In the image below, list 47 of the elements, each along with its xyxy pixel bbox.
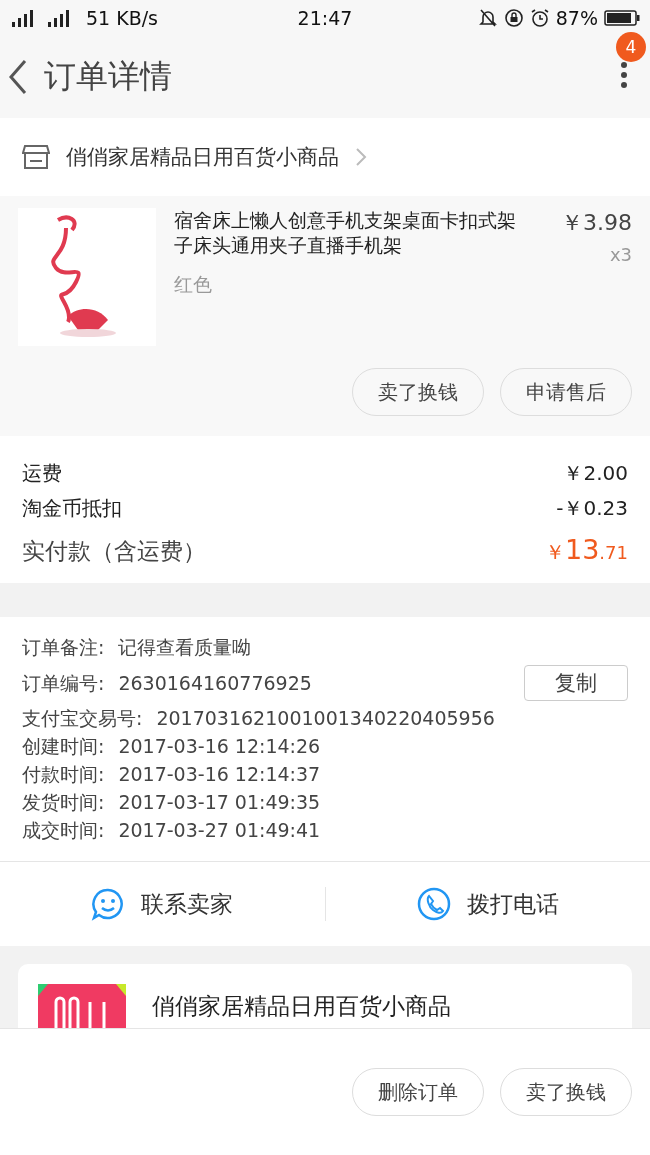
total-currency: ￥ (545, 540, 565, 564)
network-speed: 51 KB/s (86, 7, 158, 29)
contact-link[interactable]: 拨打电话 (466, 888, 559, 920)
fee-label: 运费 (22, 460, 62, 487)
info-value: 记得查看质量呦 (118, 635, 253, 660)
info-value: 2017-03-16 12:14:37 (118, 762, 322, 787)
page-title: 订单详情 (44, 56, 173, 97)
info-label: 订单编号: (22, 670, 105, 696)
info-value: 2017-03-27 01:49:41 (118, 818, 322, 843)
info-label: 成交时间: (22, 818, 105, 843)
total-label: 实付款（含运费） (22, 537, 206, 566)
info-value: 2630164160776925 (118, 670, 313, 696)
more-icon[interactable] (620, 60, 628, 90)
info-label: 支付宝交易号: (22, 706, 143, 731)
fee-value: ￥2.00 (563, 460, 628, 487)
fee-value: -￥0.23 (556, 495, 628, 522)
shop-card-name: 俏俏家居精品日用百货小商品 (152, 991, 451, 1021)
info-label: 付款时间: (22, 762, 105, 787)
mute-icon (477, 8, 498, 28)
product-price: ￥3.98 (561, 209, 632, 237)
chevron-right-icon[interactable] (355, 147, 367, 167)
info-label: 发货时间: (22, 790, 105, 815)
battery-percent: 87% (555, 7, 598, 29)
product-quantity: x3 (609, 244, 632, 265)
shop-card[interactable]: 俏俏家居精品日用百货小商品 (18, 964, 632, 1028)
rotation-lock-icon (503, 8, 524, 28)
back-icon[interactable] (8, 59, 28, 95)
info-value: 2017-03-17 01:49:35 (118, 790, 322, 815)
contact-link[interactable]: 联系卖家 (141, 888, 234, 920)
notification-badge: 4 (616, 32, 646, 62)
copy-button[interactable]: 复制 (524, 665, 628, 701)
chat-icon[interactable] (91, 887, 126, 921)
product-variant: 红色 (174, 272, 213, 297)
info-value: 2017-03-16 12:14:26 (118, 734, 322, 759)
shop-name[interactable]: 俏俏家居精品日用百货小商品 (66, 143, 339, 171)
fee-label: 淘金币抵扣 (22, 495, 122, 522)
product-title[interactable]: 宿舍床上懒人创意手机支架桌面卡扣式架子床头通用夹子直播手机架 (174, 208, 534, 258)
info-label: 创建时间: (22, 734, 105, 759)
clock: 21:47 (297, 7, 353, 29)
info-value: 2017031621001001340220405956 (156, 706, 496, 731)
info-label: 订单备注: (22, 635, 105, 660)
alarm-icon (529, 8, 550, 28)
phone-icon[interactable] (416, 887, 451, 921)
total-amount: 13 (565, 534, 600, 565)
total-decimal: .71 (599, 542, 628, 563)
shop-icon (22, 144, 50, 170)
battery-icon (604, 9, 640, 27)
